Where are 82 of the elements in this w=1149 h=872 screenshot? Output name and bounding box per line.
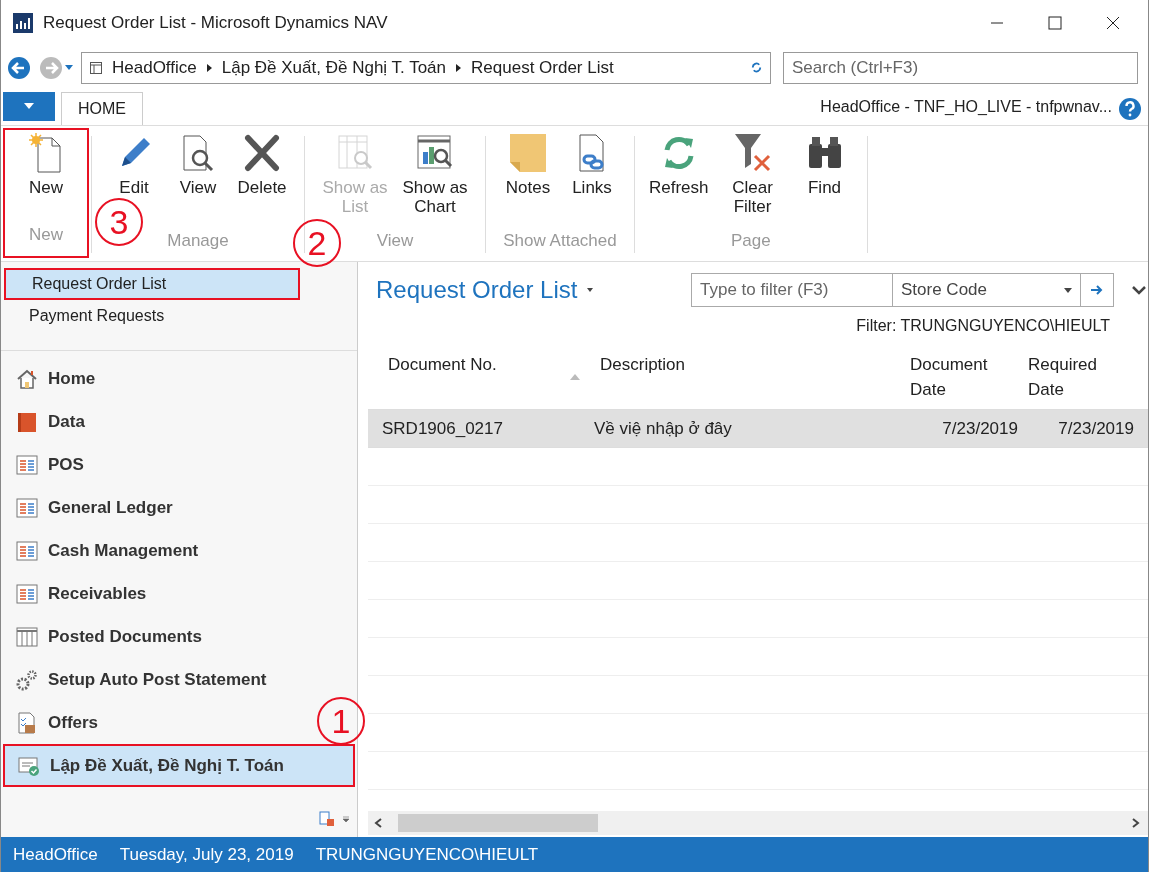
sticky-note-icon bbox=[508, 132, 548, 174]
group-label: New bbox=[29, 224, 63, 246]
navigation-button[interactable]: Lập Đề Xuất, Đề Nghị T. Toán bbox=[3, 744, 355, 787]
navigation-button[interactable]: Receivables bbox=[1, 572, 357, 615]
caret-icon[interactable] bbox=[65, 64, 73, 71]
maximize-icon[interactable] bbox=[1048, 15, 1062, 30]
ribbon-button[interactable]: Refresh bbox=[645, 128, 713, 228]
refresh-icon[interactable] bbox=[751, 62, 762, 73]
ribbon-button[interactable]: Find bbox=[792, 128, 857, 228]
filter-text: Filter: TRUNGNGUYENCO\HIEULT bbox=[856, 316, 1110, 336]
group-label: Show Attached bbox=[503, 229, 617, 252]
table-cell-text: SRD1906_0217 bbox=[381, 417, 504, 440]
search-field[interactable]: Search (Ctrl+F3) bbox=[783, 51, 1138, 84]
status-text: HeadOffice bbox=[13, 843, 98, 866]
chevron-left-icon[interactable] bbox=[374, 818, 382, 828]
address-bar[interactable]: HeadOffice Lập Đề Xuất, Đề Nghị T. Toán Request Order List bbox=[81, 51, 771, 84]
table-cell-text: Về việ nhập ở đây bbox=[593, 417, 733, 440]
filter-input[interactable]: Type to filter (F3) bbox=[691, 273, 893, 307]
ribbon-button[interactable]: View bbox=[166, 128, 230, 228]
apply-filter-button[interactable] bbox=[1080, 273, 1114, 307]
report-icon bbox=[16, 582, 38, 605]
funnel-cross-icon bbox=[732, 132, 773, 174]
status-text: TRUNGNGUYENCO\HIEULT bbox=[315, 843, 539, 866]
grid-options-icon[interactable] bbox=[319, 811, 335, 827]
status-text: Tuesday, July 23, 2019 bbox=[119, 843, 294, 866]
ribbon-button[interactable]: Clear Filter bbox=[712, 128, 793, 228]
window-title: Request Order List - Microsoft Dynamics NAV bbox=[43, 11, 388, 34]
navigation-button[interactable]: Data bbox=[1, 400, 357, 443]
table-cell-text: 7/23/2019 bbox=[941, 417, 1019, 440]
navigation-button[interactable]: POS bbox=[1, 443, 357, 486]
group-label: Manage bbox=[167, 229, 229, 252]
chevron-right-icon bbox=[206, 63, 212, 72]
column-header[interactable]: Document Date bbox=[910, 350, 1028, 409]
delete-icon bbox=[242, 132, 282, 174]
sort-ascending-icon bbox=[570, 374, 580, 380]
navigation-button[interactable]: Cash Management bbox=[1, 529, 357, 572]
back-icon[interactable] bbox=[7, 55, 31, 80]
close-icon[interactable] bbox=[1106, 15, 1120, 30]
group-label: Page bbox=[730, 229, 771, 252]
app-logo-icon bbox=[13, 12, 33, 33]
navigation-button[interactable]: Posted Documents bbox=[1, 615, 357, 658]
filter-field-dropdown[interactable]: Store Code bbox=[893, 273, 1080, 307]
ribbon-button[interactable]: Links bbox=[560, 128, 624, 228]
book-icon bbox=[16, 410, 38, 433]
session-info: HeadOffice - TNF_HO_LIVE - tnfpwnav... bbox=[820, 97, 1112, 117]
navigation-button[interactable]: General Ledger bbox=[1, 486, 357, 529]
chevron-right-icon bbox=[456, 63, 462, 72]
column-header[interactable]: Document No. bbox=[368, 350, 590, 409]
document-box-icon bbox=[16, 711, 38, 734]
ribbon-tab[interactable]: HOME bbox=[61, 92, 143, 125]
caret-icon[interactable] bbox=[343, 816, 349, 822]
ribbon-button[interactable]: Show as Chart bbox=[395, 128, 475, 228]
breadcrumb-link[interactable]: HeadOffice bbox=[112, 54, 197, 81]
house-icon bbox=[16, 367, 38, 390]
navigation-item[interactable]: Payment Requests bbox=[1, 300, 357, 332]
caret-icon bbox=[1064, 287, 1072, 293]
page-title: Request Order List bbox=[376, 275, 578, 305]
chevron-down-icon[interactable] bbox=[1132, 285, 1146, 295]
table-cell-text: 7/23/2019 bbox=[1057, 417, 1135, 440]
arrow-right-icon bbox=[1091, 285, 1103, 295]
breadcrumb-link[interactable]: Lập Đề Xuất, Đề Nghị T. Toán bbox=[221, 54, 447, 81]
ribbon-button[interactable]: Notes bbox=[496, 128, 560, 228]
column-header[interactable]: Description bbox=[590, 350, 910, 409]
group-label: View bbox=[376, 229, 414, 252]
breadcrumb-link[interactable]: Request Order List bbox=[471, 54, 614, 81]
help-icon[interactable] bbox=[1118, 97, 1142, 121]
gears-icon bbox=[16, 668, 38, 691]
report-icon bbox=[16, 496, 38, 519]
table-icon bbox=[16, 625, 38, 648]
report-icon bbox=[16, 539, 38, 562]
window-icon bbox=[90, 61, 102, 74]
report-icon bbox=[16, 453, 38, 476]
navigation-button[interactable]: Home bbox=[1, 357, 357, 400]
caret-icon bbox=[24, 103, 34, 110]
chevron-right-icon[interactable] bbox=[1132, 818, 1140, 828]
table-row[interactable]: SRD1906_0217 Về việ nhập ở đây 7/23/2019 7/23/2019 bbox=[368, 410, 1148, 448]
column-header[interactable]: Required Date bbox=[1028, 350, 1138, 409]
caret-icon[interactable] bbox=[587, 288, 594, 292]
horizontal-scrollbar[interactable] bbox=[368, 811, 1148, 835]
approved-form-icon bbox=[18, 754, 40, 777]
navigation-item[interactable]: Request Order List bbox=[4, 268, 300, 300]
ribbon-button[interactable]: Delete bbox=[230, 128, 294, 228]
